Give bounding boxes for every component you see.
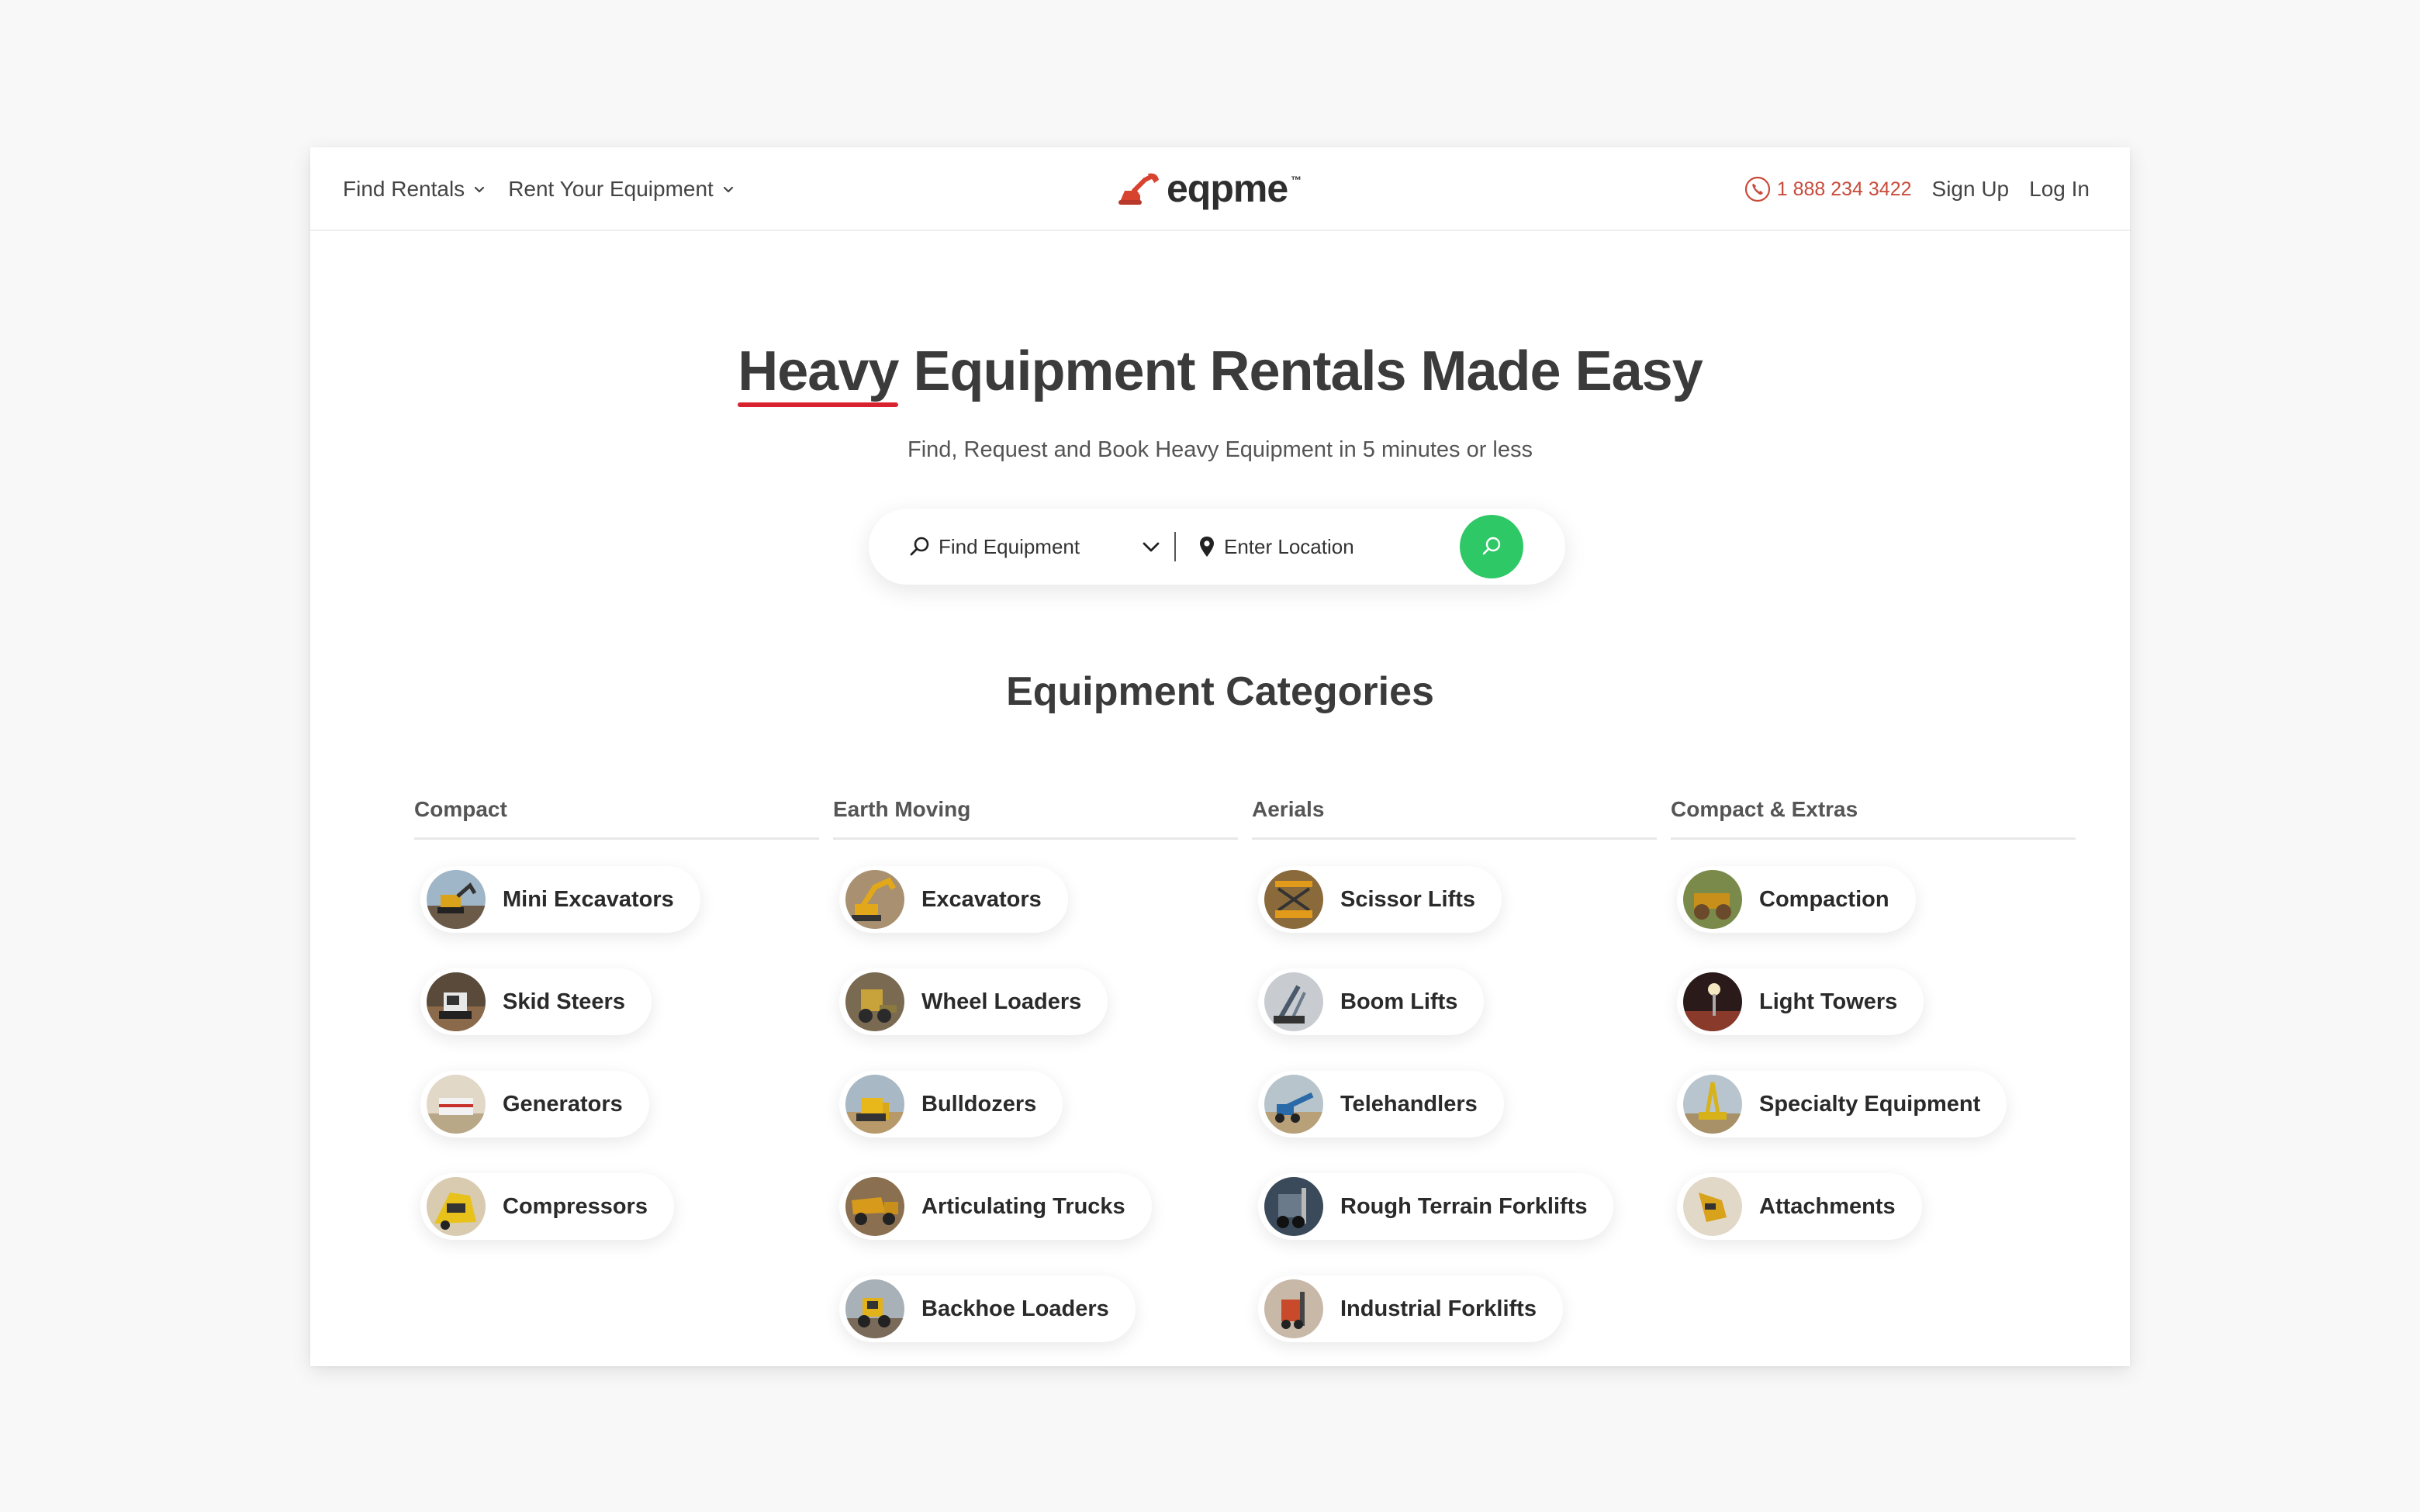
category-label: Excavators: [921, 886, 1042, 912]
chevron-down-icon: [475, 186, 485, 193]
chevron-down-icon[interactable]: [1140, 536, 1162, 558]
industrial-forklift-thumbnail: [1264, 1279, 1323, 1338]
rough-terrain-forklift-thumbnail: [1264, 1177, 1323, 1236]
excavator-logo-icon: [1118, 173, 1159, 205]
compressor-thumbnail: [427, 1177, 486, 1236]
category-light-towers[interactable]: Light Towers: [1677, 968, 1924, 1035]
category-column-earth-moving: Earth Moving Excavators Wheel Loaders Bu…: [833, 797, 1238, 1366]
hero-title-rest: Equipment Rentals Made Easy: [913, 340, 1703, 402]
skid-steer-thumbnail: [427, 972, 486, 1031]
rent-equipment-label: Rent Your Equipment: [508, 177, 714, 201]
category-rough-terrain-forklifts[interactable]: Rough Terrain Forklifts: [1258, 1173, 1614, 1240]
column-heading: Compact: [414, 797, 819, 840]
category-telehandlers[interactable]: Telehandlers: [1258, 1071, 1504, 1137]
category-attachments[interactable]: Attachments: [1677, 1173, 1922, 1240]
attachments-thumbnail: [1683, 1177, 1742, 1236]
equipment-select[interactable]: Find Equipment: [909, 535, 1134, 559]
category-label: Telehandlers: [1340, 1091, 1478, 1117]
column-heading: Earth Moving: [833, 797, 1238, 840]
category-specialty-equipment[interactable]: Specialty Equipment: [1677, 1071, 2007, 1137]
bulldozer-thumbnail: [845, 1075, 904, 1134]
category-compressors[interactable]: Compressors: [420, 1173, 674, 1240]
phone-icon: [1744, 176, 1770, 202]
equipment-select-label: Find Equipment: [939, 534, 1080, 558]
category-compaction[interactable]: Compaction: [1677, 866, 1916, 933]
chevron-down-icon: [723, 186, 733, 193]
category-label: Compaction: [1759, 886, 1889, 912]
specialty-equipment-thumbnail: [1683, 1075, 1742, 1134]
category-label: Specialty Equipment: [1759, 1091, 1981, 1117]
category-column-compact-extras: Compact & Extras Compaction Light Towers…: [1671, 797, 2076, 1366]
sign-up-link[interactable]: Sign Up: [1932, 177, 2010, 202]
phone-number: 1 888 234 3422: [1776, 178, 1912, 200]
category-scissor-lifts[interactable]: Scissor Lifts: [1258, 866, 1502, 933]
category-backhoe-loaders[interactable]: Backhoe Loaders: [839, 1276, 1136, 1342]
category-label: Mini Excavators: [503, 886, 674, 912]
category-label: Wheel Loaders: [921, 989, 1082, 1014]
category-label: Boom Lifts: [1340, 989, 1458, 1014]
category-columns: Compact Mini Excavators Skid Steers Gene…: [414, 797, 2076, 1366]
search-bar: Find Equipment Enter Location: [869, 509, 1565, 585]
find-rentals-menu[interactable]: Find Rentals: [343, 177, 486, 202]
category-label: Industrial Forklifts: [1340, 1296, 1537, 1321]
compaction-thumbnail: [1683, 870, 1742, 929]
location-pin-icon: [1200, 537, 1214, 557]
telehandler-thumbnail: [1264, 1075, 1323, 1134]
hero-title-highlight: Heavy: [738, 340, 899, 402]
light-tower-thumbnail: [1683, 972, 1742, 1031]
boom-lift-thumbnail: [1264, 972, 1323, 1031]
category-label: Compressors: [503, 1193, 648, 1219]
category-articulating-trucks[interactable]: Articulating Trucks: [839, 1173, 1152, 1240]
search-button[interactable]: [1460, 515, 1523, 578]
scissor-lift-thumbnail: [1264, 870, 1323, 929]
category-industrial-forklifts[interactable]: Industrial Forklifts: [1258, 1276, 1563, 1342]
search-icon: [1482, 537, 1501, 555]
category-wheel-loaders[interactable]: Wheel Loaders: [839, 968, 1108, 1035]
category-column-aerials: Aerials Scissor Lifts Boom Lifts Telehan…: [1252, 797, 1657, 1366]
category-label: Skid Steers: [503, 989, 625, 1014]
log-in-link[interactable]: Log In: [2029, 177, 2090, 202]
logo-trademark: ™: [1291, 174, 1302, 186]
category-label: Rough Terrain Forklifts: [1340, 1193, 1588, 1219]
search-icon: [910, 537, 929, 556]
generator-thumbnail: [427, 1075, 486, 1134]
rent-equipment-menu[interactable]: Rent Your Equipment: [508, 177, 735, 202]
location-input[interactable]: Enter Location: [1198, 535, 1454, 559]
articulating-truck-thumbnail: [845, 1177, 904, 1236]
category-label: Bulldozers: [921, 1091, 1037, 1117]
category-boom-lifts[interactable]: Boom Lifts: [1258, 968, 1485, 1035]
backhoe-loader-thumbnail: [845, 1279, 904, 1338]
category-label: Backhoe Loaders: [921, 1296, 1109, 1321]
column-heading: Aerials: [1252, 797, 1657, 840]
category-skid-steers[interactable]: Skid Steers: [420, 968, 652, 1035]
category-column-compact: Compact Mini Excavators Skid Steers Gene…: [414, 797, 819, 1366]
browser-page: Find Rentals Rent Your Equipment eqpme ™: [310, 147, 2130, 1366]
top-navigation: Find Rentals Rent Your Equipment eqpme ™: [310, 147, 2130, 231]
wheel-loader-thumbnail: [845, 972, 904, 1031]
category-label: Generators: [503, 1091, 623, 1117]
excavator-thumbnail: [845, 870, 904, 929]
logo-text: eqpme: [1167, 167, 1288, 210]
category-label: Attachments: [1759, 1193, 1896, 1219]
hero-title: Heavy Equipment Rentals Made Easy: [310, 340, 2130, 403]
category-excavators[interactable]: Excavators: [839, 866, 1068, 933]
category-label: Light Towers: [1759, 989, 1898, 1014]
category-bulldozers[interactable]: Bulldozers: [839, 1071, 1063, 1137]
category-label: Articulating Trucks: [921, 1193, 1125, 1219]
hero-subtitle: Find, Request and Book Heavy Equipment i…: [908, 437, 1533, 462]
nav-right: 1 888 234 3422 Sign Up Log In: [1744, 147, 2090, 231]
find-rentals-label: Find Rentals: [343, 177, 465, 201]
category-label: Scissor Lifts: [1340, 886, 1476, 912]
column-heading: Compact & Extras: [1671, 797, 2076, 840]
location-input-label: Enter Location: [1224, 534, 1354, 558]
search-divider: [1174, 532, 1176, 561]
category-mini-excavators[interactable]: Mini Excavators: [420, 866, 700, 933]
eqpme-logo[interactable]: eqpme ™: [1117, 161, 1302, 216]
mini-excavator-thumbnail: [427, 870, 486, 929]
category-generators[interactable]: Generators: [420, 1071, 649, 1137]
nav-left: Find Rentals Rent Your Equipment: [343, 147, 735, 231]
categories-title: Equipment Categories: [1006, 669, 1434, 714]
phone-link[interactable]: 1 888 234 3422: [1744, 176, 1912, 202]
